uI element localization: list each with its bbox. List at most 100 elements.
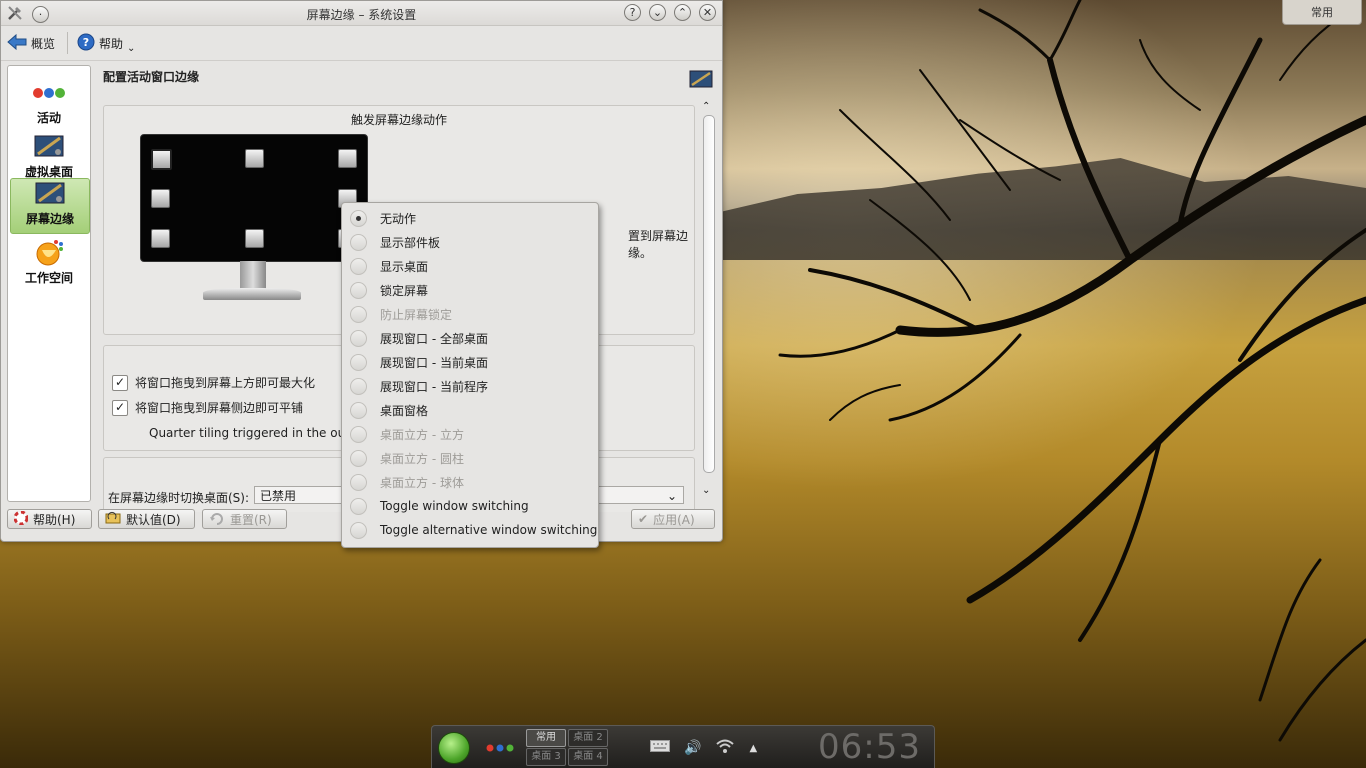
window-title: 屏幕边缘 – 系统设置 xyxy=(306,8,417,22)
defaults-button-label: 默认值(D) xyxy=(126,512,181,527)
menu-item-label: 无动作 xyxy=(380,211,417,226)
help-button[interactable]: 帮助(H) xyxy=(7,509,92,529)
application-launcher-icon[interactable] xyxy=(438,732,470,764)
radio-icon xyxy=(350,329,367,347)
bottom-panel: 常用 桌面 2 桌面 3 桌面 4 🔊 ▲ 06:53 xyxy=(431,725,935,768)
menu-item-label: 桌面立方 - 立方 xyxy=(380,427,464,442)
edge-top[interactable] xyxy=(245,149,264,168)
maximize-label: 将窗口拖曳到屏幕上方即可最大化 xyxy=(135,376,316,390)
menu-item-present-current-desktop[interactable]: 展现窗口 - 当前桌面 xyxy=(350,350,488,374)
help-icon: ? xyxy=(77,33,95,54)
desktop-toolbox-label: 常用 xyxy=(1311,6,1333,19)
menu-item-label: 桌面窗格 xyxy=(380,403,429,418)
radio-icon xyxy=(350,425,367,443)
reset-button[interactable]: 重置(R) xyxy=(202,509,287,529)
pager-desktop-2[interactable]: 桌面 2 xyxy=(568,729,608,747)
maximize-option[interactable]: ✓ 将窗口拖曳到屏幕上方即可最大化 xyxy=(112,374,315,391)
radio-icon xyxy=(350,353,367,371)
window-titlebar[interactable]: · 屏幕边缘 – 系统设置 ? ⌄ ⌃ ✕ xyxy=(1,1,722,26)
menu-item-label: 锁定屏幕 xyxy=(380,283,429,298)
radio-icon xyxy=(350,449,367,467)
defaults-button[interactable]: 默认值(D) xyxy=(98,509,195,529)
sidebar-item-activities[interactable]: 活动 xyxy=(10,78,88,132)
maximize-button[interactable]: ⌃ xyxy=(674,4,691,21)
radio-icon xyxy=(350,401,367,419)
help-menu-button[interactable]: ? 帮助 ⌄ xyxy=(77,33,135,54)
menu-item-lock-screen[interactable]: 锁定屏幕 xyxy=(350,278,428,302)
menu-item-toggle-alt-window-switching[interactable]: Toggle alternative window switching xyxy=(350,518,597,542)
pager-desktop-1[interactable]: 常用 xyxy=(526,729,566,747)
edge-top-left[interactable] xyxy=(151,149,172,170)
radio-icon xyxy=(350,521,367,539)
menu-item-cylinder: 桌面立方 - 圆柱 xyxy=(350,446,464,470)
toolbar-separator xyxy=(67,32,68,54)
apply-button[interactable]: ✔ 应用(A) xyxy=(631,509,715,529)
system-tray: 🔊 ▲ xyxy=(650,738,757,758)
radio-icon xyxy=(350,497,367,515)
monitor-preview xyxy=(140,134,368,304)
help-buoy-icon xyxy=(13,510,29,528)
tile-checkbox[interactable]: ✓ xyxy=(112,399,128,416)
main-toolbar: 概览 ? 帮助 ⌄ xyxy=(1,26,722,61)
volume-icon[interactable]: 🔊 xyxy=(684,740,701,756)
sidebar-item-label: 活动 xyxy=(36,111,61,125)
menu-item-prevent-lock: 防止屏幕锁定 xyxy=(350,302,452,326)
edge-bottom-left[interactable] xyxy=(151,229,170,248)
defaults-icon xyxy=(105,511,121,528)
virtual-desktop-icon xyxy=(10,132,88,162)
content-scrollbar[interactable]: ⌃ ⌄ xyxy=(701,101,715,501)
menu-item-label: 桌面立方 - 球体 xyxy=(380,475,464,490)
sidebar-item-workspace[interactable]: 工作空间 xyxy=(10,238,88,292)
switch-desktop-value: 已禁用 xyxy=(260,489,297,503)
keyboard-icon[interactable] xyxy=(650,740,670,756)
edge-top-right[interactable] xyxy=(338,149,357,168)
pager-desktop-3[interactable]: 桌面 3 xyxy=(526,748,566,766)
overview-button[interactable]: 概览 xyxy=(7,33,55,54)
radio-icon xyxy=(350,473,367,491)
category-sidebar: 活动 虚拟桌面 屏幕边缘 工作空间 xyxy=(7,65,91,502)
check-icon: ✔ xyxy=(638,512,649,526)
menu-item-no-action[interactable]: 无动作 xyxy=(350,206,416,230)
help-window-button[interactable]: ? xyxy=(624,4,641,21)
desktop-toolbox-button[interactable]: 常用 xyxy=(1282,0,1362,25)
back-arrow-icon xyxy=(7,33,27,54)
digital-clock[interactable]: 06:53 xyxy=(818,727,921,767)
radio-icon xyxy=(350,305,367,323)
switch-desktop-label: 在屏幕边缘时切换桌面(S): xyxy=(108,491,250,505)
group-title: 触发屏幕边缘动作 xyxy=(350,113,447,127)
pager-desktop-4[interactable]: 桌面 4 xyxy=(568,748,608,766)
wallpaper-tree-silhouette xyxy=(778,0,1366,742)
maximize-checkbox[interactable]: ✓ xyxy=(112,374,128,391)
tray-expand-icon[interactable]: ▲ xyxy=(749,743,757,754)
edge-hint-text: 置到屏幕边缘。 xyxy=(628,229,689,260)
close-button[interactable]: ✕ xyxy=(699,4,716,21)
tile-option[interactable]: ✓ 将窗口拖曳到屏幕侧边即可平铺 xyxy=(112,399,303,416)
menu-item-present-all-desktops[interactable]: 展现窗口 - 全部桌面 xyxy=(350,326,488,350)
desktop-pager: 常用 桌面 2 桌面 3 桌面 4 xyxy=(526,729,608,766)
help-label: 帮助 xyxy=(99,37,124,51)
menu-item-label: 展现窗口 - 当前程序 xyxy=(380,379,488,394)
page-title: 配置活动窗口边缘 xyxy=(103,70,200,84)
menu-item-present-current-app[interactable]: 展现窗口 - 当前程序 xyxy=(350,374,488,398)
screen-edges-header-icon xyxy=(689,70,713,93)
edge-bottom[interactable] xyxy=(245,229,264,248)
edge-left[interactable] xyxy=(151,189,170,208)
menu-item-toggle-window-switching[interactable]: Toggle window switching xyxy=(350,494,529,518)
radio-icon xyxy=(350,233,367,251)
activities-icon[interactable] xyxy=(486,742,516,756)
minimize-button[interactable]: ⌄ xyxy=(649,4,666,21)
menu-item-show-desktop[interactable]: 显示桌面 xyxy=(350,254,428,278)
sidebar-item-label: 屏幕边缘 xyxy=(25,212,74,226)
sidebar-item-screen-edges[interactable]: 屏幕边缘 xyxy=(10,178,90,234)
scroll-thumb[interactable] xyxy=(703,115,715,473)
menu-item-desktop-grid[interactable]: 桌面窗格 xyxy=(350,398,428,422)
menu-item-label: 防止屏幕锁定 xyxy=(380,307,453,322)
help-button-label: 帮助(H) xyxy=(33,512,76,527)
scroll-up-icon[interactable]: ⌃ xyxy=(702,101,710,112)
radio-icon xyxy=(350,377,367,395)
wifi-icon[interactable] xyxy=(715,738,735,758)
menu-item-show-dashboard[interactable]: 显示部件板 xyxy=(350,230,440,254)
scroll-down-icon[interactable]: ⌄ xyxy=(702,485,710,496)
chevron-down-icon: ⌄ xyxy=(127,43,136,54)
menu-item-sphere: 桌面立方 - 球体 xyxy=(350,470,464,494)
